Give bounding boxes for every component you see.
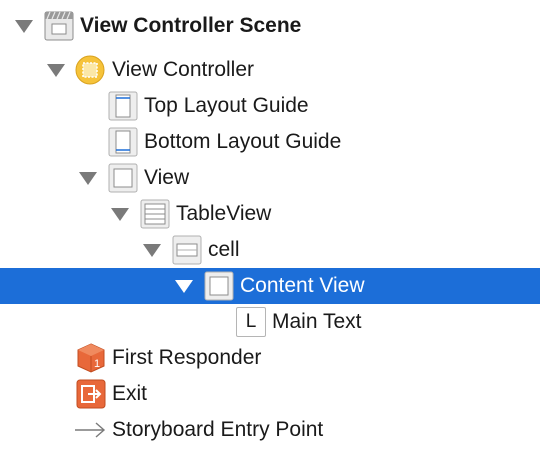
svg-text:1: 1 (94, 358, 100, 370)
disclosure-triangle-icon[interactable] (15, 20, 33, 33)
content-view-label: Content View (240, 274, 365, 297)
storyboard-entry-point-label: Storyboard Entry Point (112, 418, 324, 441)
exit-label: Exit (112, 382, 148, 405)
view-label: View (144, 166, 190, 189)
top-layout-guide-label: Top Layout Guide (144, 94, 309, 117)
view-controller-icon (75, 55, 105, 85)
first-responder-label: First Responder (112, 346, 262, 369)
outline-row-view-controller[interactable]: View Controller (0, 52, 540, 88)
table-view-label: TableView (176, 202, 272, 225)
content-view-icon (204, 271, 234, 301)
outline-row-table-view[interactable]: TableView (0, 196, 540, 232)
outline-row-exit[interactable]: Exit (0, 376, 540, 412)
disclosure-triangle-icon[interactable] (175, 280, 193, 293)
layout-guide-icon (108, 91, 138, 121)
bottom-layout-guide-label: Bottom Layout Guide (144, 130, 342, 153)
disclosure-triangle-icon[interactable] (143, 244, 161, 257)
disclosure-triangle-icon[interactable] (79, 172, 97, 185)
disclosure-triangle-icon[interactable] (47, 64, 65, 77)
view-icon (108, 163, 138, 193)
outline-row-storyboard-entry-point[interactable]: Storyboard Entry Point (0, 412, 540, 448)
view-controller-label: View Controller (112, 58, 255, 81)
outline-row-scene[interactable]: View Controller Scene (0, 8, 540, 44)
outline-row-top-layout-guide[interactable]: Top Layout Guide (0, 88, 540, 124)
outline-row-bottom-layout-guide[interactable]: Bottom Layout Guide (0, 124, 540, 160)
outline-row-first-responder[interactable]: 1 First Responder (0, 340, 540, 376)
outline-row-view[interactable]: View (0, 160, 540, 196)
table-view-icon (140, 199, 170, 229)
scene-icon (44, 11, 74, 41)
label-icon: L (236, 307, 266, 337)
scene-label: View Controller Scene (80, 14, 302, 37)
layout-guide-icon (108, 127, 138, 157)
exit-icon (76, 379, 106, 409)
disclosure-triangle-icon[interactable] (111, 208, 129, 221)
cell-label: cell (208, 238, 240, 261)
main-text-label: Main Text (272, 310, 362, 333)
first-responder-icon: 1 (76, 343, 106, 373)
table-cell-icon (172, 235, 202, 265)
outline-row-content-view[interactable]: Content View (0, 268, 540, 304)
entry-point-arrow-icon (74, 415, 106, 445)
outline-row-main-text[interactable]: L Main Text (0, 304, 540, 340)
outline-row-cell[interactable]: cell (0, 232, 540, 268)
